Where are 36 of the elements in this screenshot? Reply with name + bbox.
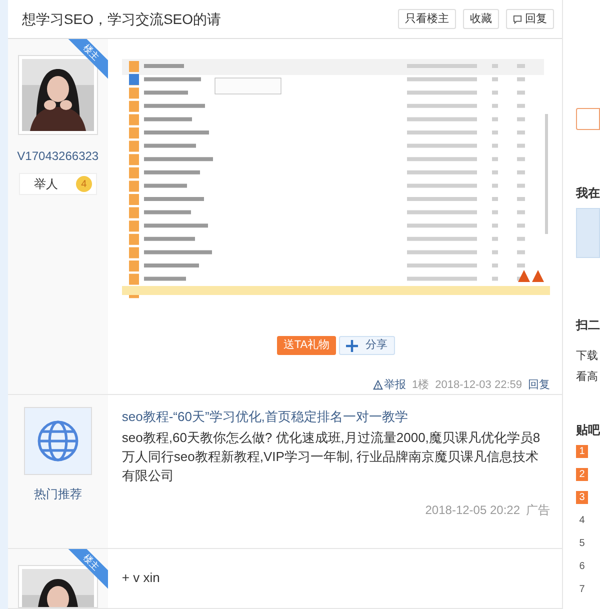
- rank-number: 3: [576, 491, 588, 504]
- rank-number: 2: [576, 468, 588, 481]
- rank-number: 1: [576, 445, 588, 458]
- ad-title-link[interactable]: seo教程-“60天”学习优化,首页稳定排名一对一教学: [122, 406, 550, 427]
- reply-button[interactable]: 回复: [506, 9, 554, 30]
- warning-icon: [373, 380, 384, 390]
- level-badge: 4: [76, 176, 92, 192]
- post-time: 2018-12-05 20:22: [425, 502, 520, 519]
- sidebar-box: [576, 108, 600, 130]
- thread-action-button[interactable]: 收藏: [463, 9, 499, 30]
- thread-title: 想学习SEO，学习交流SEO的请: [22, 10, 222, 29]
- post-text: + v xin: [122, 569, 161, 587]
- rank-number: 4: [578, 514, 586, 527]
- thread-action-button[interactable]: 只看楼主: [398, 9, 456, 30]
- comment-icon: [513, 14, 522, 24]
- globe-icon: [36, 420, 79, 462]
- sidebar-heading: 我在: [576, 185, 600, 202]
- rank-title: 举人: [34, 176, 58, 194]
- ad-tag: 广告: [526, 500, 550, 519]
- share-button[interactable]: 分享: [338, 336, 395, 356]
- sidebar-text: 看高: [576, 370, 599, 384]
- sidebar-text: 下载: [576, 349, 599, 364]
- report-link[interactable]: 举报: [373, 377, 406, 394]
- username-link[interactable]: V17043266323: [17, 147, 99, 166]
- floor-number: 1楼: [412, 378, 430, 394]
- ad-label: 热门推荐: [34, 486, 82, 503]
- post-time: 2018-12-03 22:59: [435, 378, 522, 394]
- sidebar-heading: 扫二: [576, 317, 600, 334]
- plus-icon: [346, 340, 358, 352]
- ad-text: seo教程,60天教你怎么做? 优化速成班,月过流量2000,魔贝课凡优化学员8万人同行seo教程新教程,VIP学习一年制, 行业品牌南京魔贝课凡信息技术有限公司: [122, 428, 542, 485]
- sidebar-heading: 贴吧: [576, 422, 600, 439]
- reply-link[interactable]: 回复: [528, 377, 550, 394]
- sidebar-image: [576, 208, 600, 258]
- rank-number: 5: [578, 537, 586, 550]
- rank-number: 6: [578, 560, 586, 573]
- rank-number: 7: [578, 583, 586, 596]
